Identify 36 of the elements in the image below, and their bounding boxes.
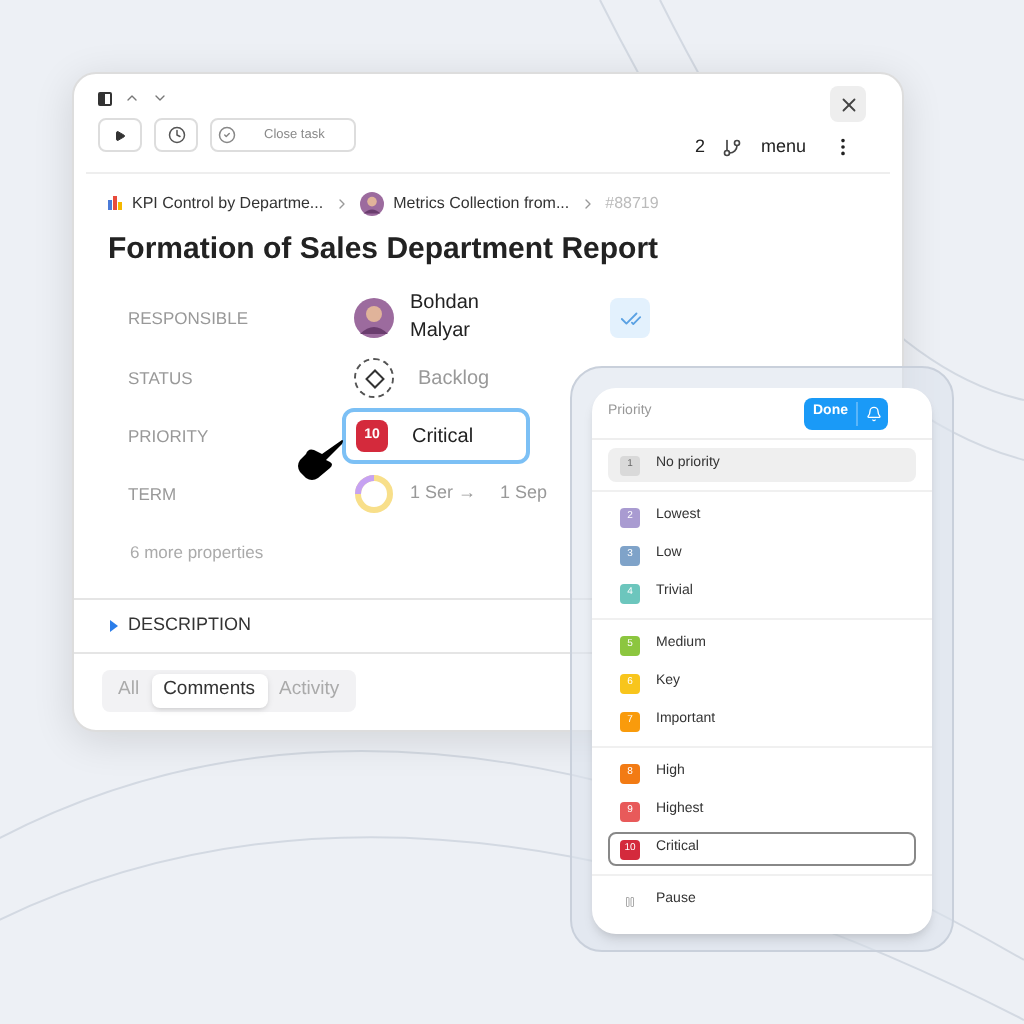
property-label: PRIORITY — [126, 423, 211, 449]
person-name: Bohdan Malyar — [410, 290, 481, 346]
breadcrumb-link[interactable]: Metrics Collection from... — [393, 191, 570, 215]
breadcrumb-link[interactable]: KPI Control by Departme... — [132, 191, 324, 215]
progress-ring-icon — [354, 474, 394, 514]
chevron-up-icon[interactable] — [124, 90, 140, 106]
menu-link[interactable]: menu — [760, 134, 806, 161]
property-label: TERM — [126, 481, 179, 507]
avatar-icon — [359, 191, 384, 215]
tab[interactable]: Comments — [151, 673, 267, 708]
subtask-count: 2 — [694, 134, 705, 160]
status-value: Backlog — [418, 365, 490, 393]
close-icon — [837, 93, 859, 115]
check-button[interactable] — [610, 298, 650, 338]
subtasks-icon[interactable] — [722, 137, 743, 158]
play-icon — [114, 129, 126, 141]
pause-icon — [620, 891, 640, 911]
timer-button[interactable] — [154, 118, 198, 152]
avatar-icon — [354, 298, 394, 338]
chart-icon — [108, 196, 122, 210]
term-end: 1 Sep — [500, 480, 548, 507]
hand-cursor-icon — [296, 438, 344, 482]
chevron-down-icon[interactable] — [152, 90, 168, 106]
task-title: Formation of Sales Department Report — [106, 229, 661, 269]
property-label: RESPONSIBLE — [126, 305, 250, 331]
priority-value: Critical — [412, 423, 474, 451]
status-icon — [354, 358, 394, 398]
close-button[interactable] — [830, 86, 866, 122]
property-label: STATUS — [126, 365, 195, 391]
double-check-icon — [619, 307, 641, 329]
check-circle-icon — [218, 126, 236, 144]
panel-icon[interactable] — [98, 91, 112, 105]
bell-icon — [866, 405, 882, 421]
clock-icon — [167, 126, 185, 144]
play-button[interactable] — [98, 118, 142, 152]
term-start: 1 Ser → — [410, 480, 477, 507]
